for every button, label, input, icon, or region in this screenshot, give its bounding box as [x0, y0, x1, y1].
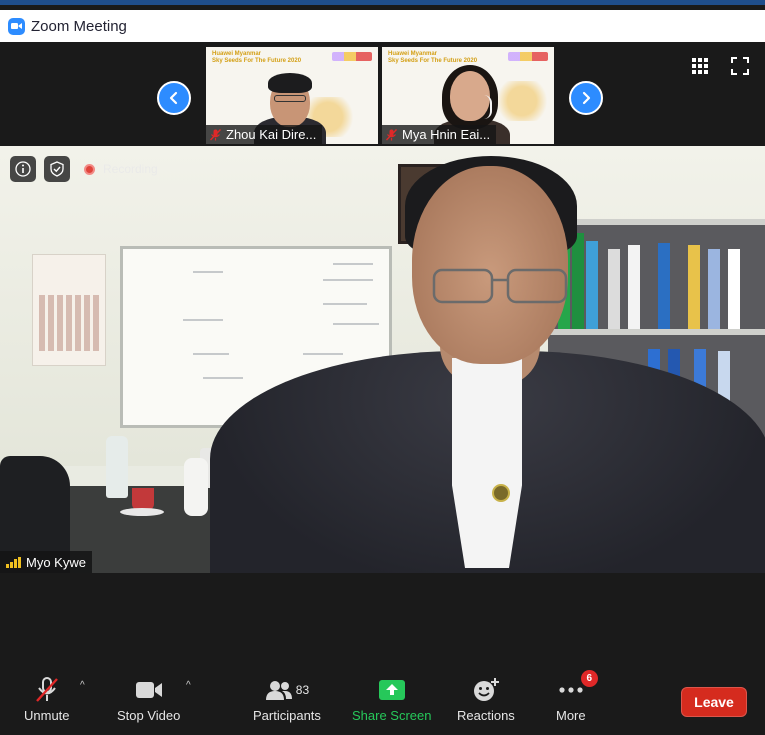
chevron-right-icon	[582, 91, 591, 105]
thumbnail-name-label: Mya Hnin Eai...	[382, 125, 497, 144]
info-icon	[15, 161, 31, 177]
participants-label: Participants	[253, 708, 321, 723]
video-thumbnail-strip: Huawei Myanmar Sky Seeds For The Future 2…	[0, 45, 765, 144]
meeting-stage: Huawei Myanmar Sky Seeds For The Future 2…	[0, 42, 765, 735]
stop-video-button[interactable]: Stop Video	[117, 676, 180, 723]
mic-muted-icon	[35, 677, 58, 702]
connection-signal-icon	[6, 556, 21, 568]
share-screen-label: Share Screen	[352, 708, 432, 723]
more-dots-icon	[559, 687, 583, 693]
window-title: Zoom Meeting	[31, 17, 127, 35]
more-label: More	[556, 708, 586, 723]
reactions-button[interactable]: Reactions	[457, 676, 515, 723]
mic-muted-icon	[386, 128, 397, 140]
participant-thumbnail[interactable]: Huawei Myanmar Sky Seeds For The Future 2…	[382, 47, 554, 144]
unmute-label: Unmute	[24, 708, 70, 723]
chevron-left-icon	[169, 91, 178, 105]
participant-count: 83	[295, 683, 310, 697]
zoom-window: Zoom Meeting Huawei Myanmar Sky Seeds For…	[0, 0, 765, 735]
participant-name: Zhou Kai Dire...	[226, 127, 317, 142]
reactions-label: Reactions	[457, 708, 515, 723]
cup	[132, 488, 154, 510]
jar	[184, 458, 208, 516]
slide-decoration	[492, 81, 552, 121]
thumbnail-name-label: Zhou Kai Dire...	[206, 125, 323, 144]
slide-title: Huawei Myanmar Sky Seeds For The Future 2…	[388, 51, 478, 64]
share-screen-button[interactable]: Share Screen	[352, 676, 432, 723]
video-camera-icon	[135, 682, 162, 698]
speaker-name-label: Myo Kywe	[0, 551, 92, 573]
more-button[interactable]: 6 More	[556, 670, 598, 723]
shield-check-icon	[50, 161, 64, 177]
recording-indicator-icon	[84, 163, 95, 175]
mic-muted-icon	[210, 128, 221, 140]
unmute-button[interactable]: Unmute	[24, 676, 70, 723]
previous-page-button[interactable]	[157, 81, 191, 115]
slide-title: Huawei Myanmar Sky Seeds For The Future 2…	[212, 51, 302, 64]
share-screen-icon	[378, 680, 405, 700]
participant-thumbnail[interactable]: Huawei Myanmar Sky Seeds For The Future 2…	[206, 47, 378, 144]
view-controls	[691, 57, 749, 75]
meeting-status-overlay: Recording	[10, 156, 158, 182]
next-page-button[interactable]	[569, 81, 603, 115]
meeting-toolbar: Unmute ^ Stop Video ^ 83 Participants Sh…	[0, 662, 765, 735]
title-bar: Zoom Meeting	[0, 10, 765, 42]
sponsor-logos	[332, 52, 372, 61]
speaker-glasses	[432, 268, 568, 304]
leave-meeting-button[interactable]: Leave	[681, 687, 747, 717]
participant-name: Mya Hnin Eai...	[402, 127, 491, 142]
meeting-info-button[interactable]	[10, 156, 36, 182]
water-bottle	[106, 436, 128, 498]
recording-label: Recording	[103, 162, 158, 176]
active-speaker-video[interactable]: Recording Myo Kywe	[0, 146, 765, 573]
saucer	[120, 508, 164, 516]
security-button[interactable]	[44, 156, 70, 182]
zoom-camera-icon	[8, 17, 25, 35]
fullscreen-icon[interactable]	[731, 57, 749, 75]
wall-calendar	[32, 254, 106, 366]
grid-view-icon[interactable]	[691, 57, 709, 75]
audio-options-caret[interactable]: ^	[80, 680, 85, 691]
notification-badge: 6	[580, 670, 598, 687]
video-options-caret[interactable]: ^	[186, 680, 191, 691]
speaker-name: Myo Kywe	[26, 554, 86, 570]
participants-button[interactable]: 83 Participants	[253, 676, 321, 723]
stop-video-label: Stop Video	[117, 708, 181, 723]
reaction-smile-icon	[473, 678, 499, 701]
sponsor-logos	[508, 52, 548, 61]
participants-icon	[265, 681, 292, 700]
lapel-pin	[492, 484, 510, 502]
